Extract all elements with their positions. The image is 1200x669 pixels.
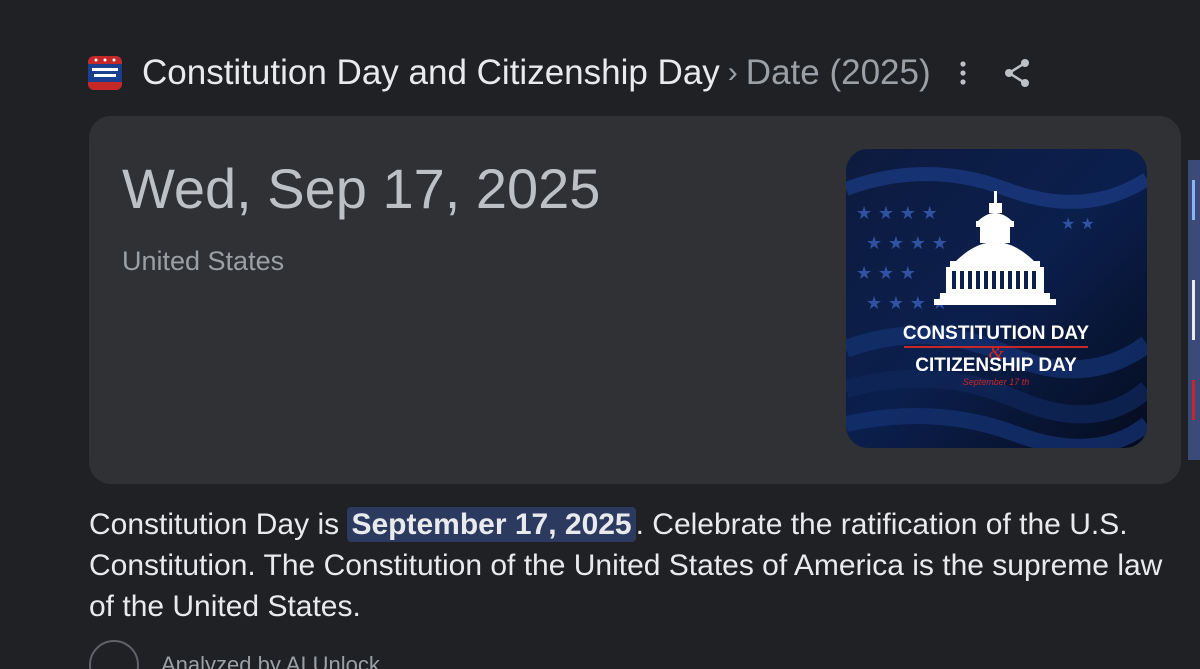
- image-line1: CONSTITUTION DAY: [903, 323, 1089, 344]
- constitution-day-image[interactable]: ★ ★ ★ ★ ★ ★ ★ ★ ★ ★ ★ ★ ★ ★ ★ ★ ★ CONSTI…: [846, 149, 1147, 448]
- highlighted-date: September 17, 2025: [347, 507, 636, 542]
- description-text: Constitution Day is September 17, 2025. …: [89, 504, 1189, 627]
- next-item-text: Analyzed by AI Unlock...: [161, 652, 399, 669]
- description-before: Constitution Day is: [89, 508, 348, 541]
- site-favicon-icon[interactable]: [88, 56, 122, 90]
- avatar: [89, 640, 139, 669]
- share-icon[interactable]: [997, 53, 1037, 93]
- breadcrumb-separator: ›: [727, 56, 738, 89]
- image-subtitle: September 17 th: [963, 377, 1030, 387]
- page-title[interactable]: Constitution Day and Citizenship Day: [142, 53, 720, 93]
- svg-text:★ ★ ★: ★ ★ ★: [856, 263, 916, 284]
- adjacent-card-edge[interactable]: [1186, 160, 1200, 460]
- date-card: Wed, Sep 17, 2025 United States ★ ★ ★ ★ …: [89, 116, 1181, 484]
- image-line2: CITIZENSHIP DAY: [915, 355, 1077, 376]
- page: Constitution Day and Citizenship Day › D…: [0, 0, 1200, 669]
- breadcrumb[interactable]: Date (2025): [746, 53, 931, 93]
- result-header: Constitution Day and Citizenship Day › D…: [88, 48, 1037, 98]
- svg-text:★ ★ ★ ★: ★ ★ ★ ★: [856, 203, 938, 224]
- svg-text:★ ★: ★ ★: [1061, 214, 1095, 233]
- card-country: United States: [122, 246, 285, 276]
- more-vert-icon[interactable]: [951, 53, 975, 93]
- next-result-item[interactable]: Analyzed by AI Unlock...: [89, 640, 399, 669]
- svg-text:★ ★ ★ ★: ★ ★ ★ ★: [866, 233, 948, 254]
- card-date: Wed, Sep 17, 2025: [122, 157, 601, 220]
